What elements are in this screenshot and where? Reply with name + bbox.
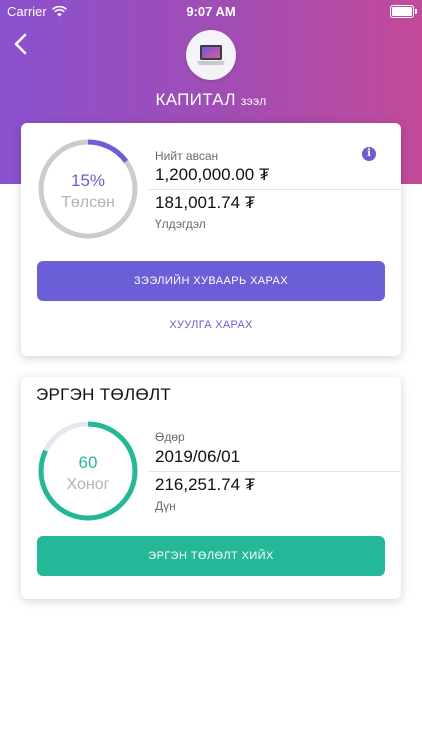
days-caption: Хоног xyxy=(66,476,110,493)
total-label: Нийт авсан xyxy=(155,149,219,163)
amount-label: Дүн xyxy=(155,499,176,513)
days-ring: 60 Хоног xyxy=(36,419,140,523)
days-value: 60 xyxy=(78,453,98,472)
page-title: КАПИТАЛ зээл xyxy=(0,90,422,110)
date-label: Өдөр xyxy=(155,430,185,444)
chevron-left-icon xyxy=(14,33,27,55)
divider xyxy=(149,471,401,472)
paid-caption: Төлсөн xyxy=(61,194,115,211)
repayment-card: ЭРГЭН ТӨЛӨЛТ 60 Хоног Өдөр 2019/06/01 21… xyxy=(21,377,401,599)
status-bar: Carrier 9:07 AM xyxy=(0,0,422,22)
info-icon[interactable]: i xyxy=(362,147,376,161)
remaining-label: Үлдэгдэл xyxy=(155,217,206,231)
remaining-value: 181,001.74 ₮ xyxy=(155,193,256,212)
loan-summary-card: 15% Төлсөн i Нийт авсан 1,200,000.00 ₮ 1… xyxy=(21,123,401,356)
view-schedule-button[interactable]: ЗЭЭЛИЙН ХУВААРЬ ХАРАХ xyxy=(37,261,385,301)
paid-percent: 15% xyxy=(70,171,106,190)
back-button[interactable] xyxy=(8,30,36,58)
make-repayment-button[interactable]: ЭРГЭН ТӨЛӨЛТ ХИЙХ xyxy=(37,536,385,576)
date-value: 2019/06/01 xyxy=(155,447,241,466)
view-statement-link[interactable]: ХУУЛГА ХАРАХ xyxy=(21,319,401,331)
title-main: КАПИТАЛ xyxy=(155,90,236,109)
divider xyxy=(149,189,401,190)
loan-avatar xyxy=(186,30,236,80)
total-value: 1,200,000.00 ₮ xyxy=(155,165,270,184)
status-time: 9:07 AM xyxy=(186,4,236,19)
title-sub: зээл xyxy=(240,94,267,108)
amount-value: 216,251.74 ₮ xyxy=(155,475,256,494)
battery-icon xyxy=(390,5,417,18)
repayment-title: ЭРГЭН ТӨЛӨЛТ xyxy=(36,385,172,404)
paid-progress-ring: 15% Төлсөн xyxy=(36,137,140,241)
laptop-icon xyxy=(197,45,225,65)
